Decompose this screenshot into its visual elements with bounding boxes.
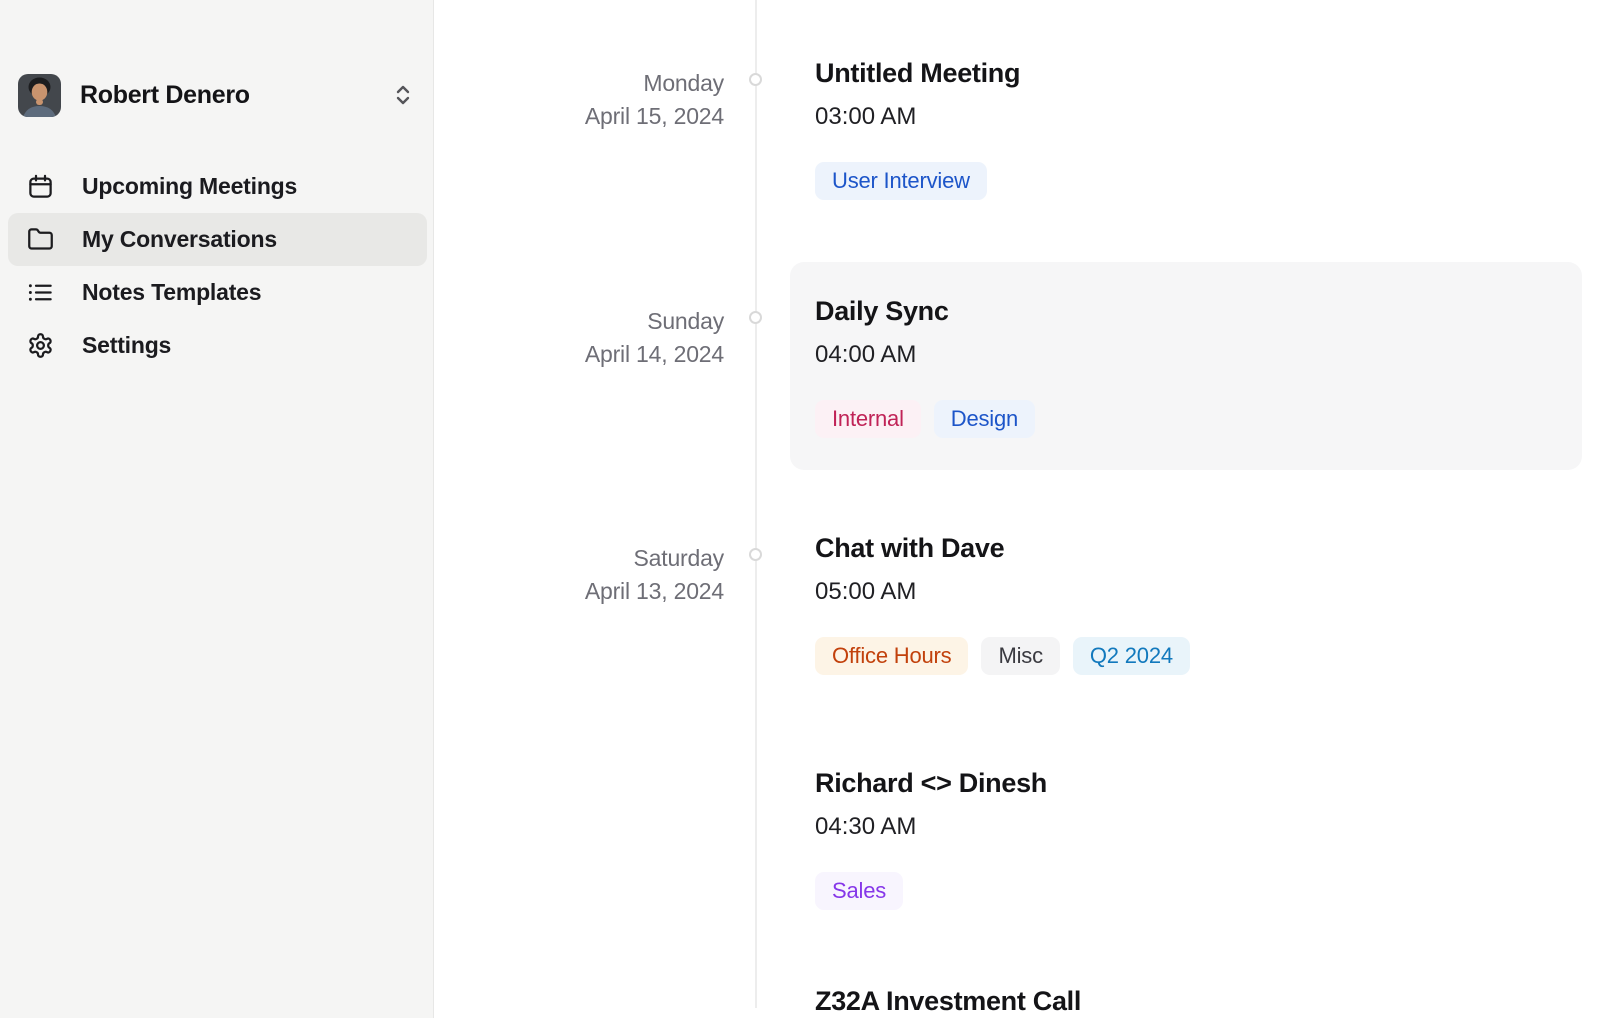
profile-name: Robert Denero [80, 81, 391, 110]
app-window: Robert Denero Upcoming Meetings My Conver… [0, 0, 1600, 1018]
timeline-line [755, 0, 757, 1008]
tag-misc[interactable]: Misc [981, 637, 1059, 675]
tag-q2-2024[interactable]: Q2 2024 [1073, 637, 1190, 675]
meeting-details: Untitled Meeting03:00 AMUser Interview [815, 58, 1580, 132]
date-label: SaturdayApril 13, 2024 [434, 542, 724, 608]
gear-icon [27, 332, 54, 359]
date-full: April 13, 2024 [434, 575, 724, 608]
date-label: SundayApril 14, 2024 [434, 305, 724, 371]
tag-internal[interactable]: Internal [815, 400, 921, 438]
sidebar-item-notes-templates[interactable]: Notes Templates [8, 266, 427, 319]
meeting-details: Richard <> Dinesh04:30 AMSales [815, 768, 1580, 842]
meeting-time: 04:00 AM [815, 340, 1580, 370]
date-day: Sunday [434, 305, 724, 338]
meeting-tags: User Interview [815, 162, 987, 200]
folder-icon [27, 226, 54, 253]
list-icon [27, 279, 54, 306]
chevron-up-down-icon [391, 80, 417, 110]
meeting-time: 04:30 AM [815, 812, 1580, 842]
meeting-title[interactable]: Untitled Meeting [815, 58, 1020, 88]
meeting-tags: Office Hours Misc Q2 2024 [815, 637, 1190, 675]
date-full: April 14, 2024 [434, 338, 724, 371]
tag-user-interview[interactable]: User Interview [815, 162, 987, 200]
meeting-details: Daily Sync04:00 AMInternalDesign [815, 296, 1580, 370]
calendar-icon [27, 173, 54, 200]
sidebar-item-label: My Conversations [82, 226, 277, 253]
meeting-title[interactable]: Richard <> Dinesh [815, 768, 1047, 798]
avatar [18, 74, 61, 117]
sidebar-item-label: Settings [82, 332, 171, 359]
meeting-title[interactable]: Daily Sync [815, 296, 949, 326]
date-full: April 15, 2024 [434, 100, 724, 133]
tag-sales[interactable]: Sales [815, 872, 903, 910]
meeting-time: 05:00 AM [815, 577, 1580, 607]
timeline: MondayApril 15, 2024 Untitled Meeting 03:0… [434, 0, 1600, 1018]
sidebar-nav: Upcoming Meetings My Conversations Notes T… [8, 160, 427, 372]
sidebar-item-upcoming-meetings[interactable]: Upcoming Meetings [8, 160, 427, 213]
tag-office-hours[interactable]: Office Hours [815, 637, 968, 675]
tag-design[interactable]: Design [934, 400, 1035, 438]
date-day: Saturday [434, 542, 724, 575]
sidebar-item-my-conversations[interactable]: My Conversations [8, 213, 427, 266]
sidebar-item-settings[interactable]: Settings [8, 319, 427, 372]
timeline-dot [749, 548, 762, 561]
date-label: MondayApril 15, 2024 [434, 67, 724, 133]
meeting-details: Chat with Dave05:00 AMOffice HoursMiscQ2… [815, 533, 1580, 607]
meeting-tags: Internal Design [815, 400, 1035, 438]
sidebar-item-label: Upcoming Meetings [82, 173, 297, 200]
meeting-title[interactable]: Z32A Investment Call [815, 986, 1081, 1016]
sidebar-item-label: Notes Templates [82, 279, 261, 306]
sidebar: Robert Denero Upcoming Meetings My Conver… [0, 0, 434, 1018]
date-day: Monday [434, 67, 724, 100]
profile-switcher[interactable]: Robert Denero [18, 72, 417, 118]
meeting-title[interactable]: Chat with Dave [815, 533, 1004, 563]
meeting-tags: Sales [815, 872, 903, 910]
timeline-dot [749, 311, 762, 324]
timeline-dot [749, 73, 762, 86]
meeting-details: Z32A Investment Call [815, 986, 1580, 1016]
meeting-time: 03:00 AM [815, 102, 1580, 132]
